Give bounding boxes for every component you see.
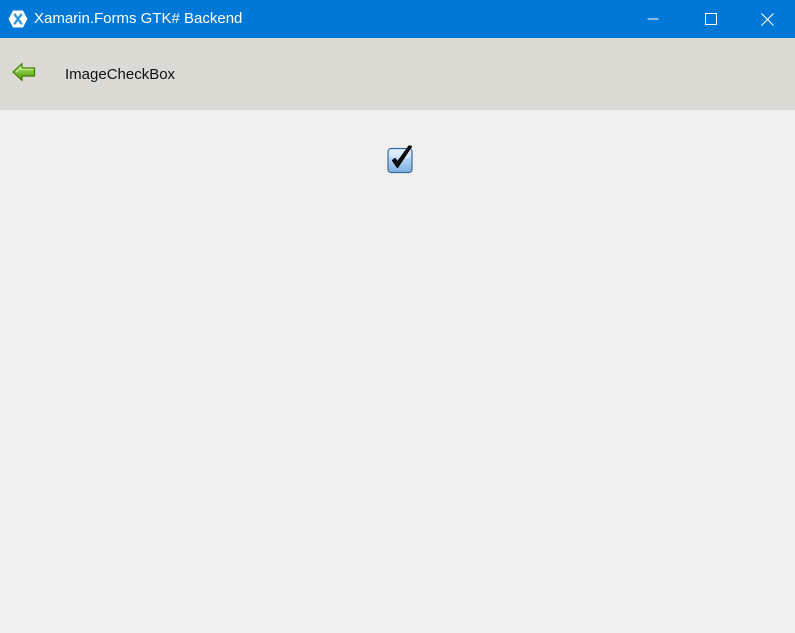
minimize-button[interactable] xyxy=(624,0,682,38)
app-window: Xamarin.Forms GTK# Backend ImageCheckBox xyxy=(0,0,795,633)
window-title: Xamarin.Forms GTK# Backend xyxy=(34,10,243,27)
image-checkbox[interactable] xyxy=(386,145,415,174)
close-icon xyxy=(761,12,774,26)
navigation-bar: ImageCheckBox xyxy=(0,38,795,110)
close-button[interactable] xyxy=(740,0,795,38)
green-back-arrow-icon xyxy=(11,61,37,88)
minimize-icon xyxy=(647,13,659,25)
back-button[interactable] xyxy=(10,62,38,86)
page-title: ImageCheckBox xyxy=(65,66,176,83)
checked-checkbox-icon xyxy=(386,145,415,178)
maximize-icon xyxy=(705,13,717,25)
title-bar[interactable]: Xamarin.Forms GTK# Backend xyxy=(0,0,795,38)
maximize-button[interactable] xyxy=(682,0,740,38)
xamarin-icon xyxy=(8,9,28,29)
content-area xyxy=(0,110,795,633)
